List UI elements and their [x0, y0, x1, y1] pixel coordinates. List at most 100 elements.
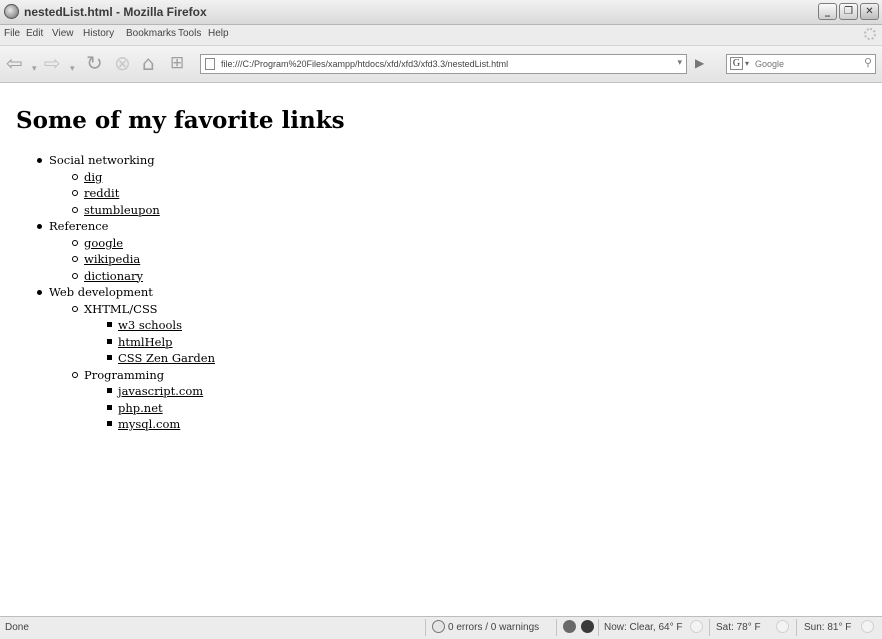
- link-javascript-com[interactable]: javascript.com: [118, 384, 203, 398]
- list-item: php.net: [0, 400, 600, 417]
- status-divider: [556, 619, 557, 636]
- bookmark-add-icon[interactable]: ⊞: [170, 53, 184, 73]
- link-mysql-com[interactable]: mysql.com: [118, 417, 180, 431]
- square-bullet-icon: [107, 421, 112, 426]
- weather-sunday: Sun: 81° F: [804, 622, 852, 633]
- status-divider: [425, 619, 426, 636]
- section-label: Web development: [49, 285, 153, 299]
- square-bullet-icon: [107, 404, 112, 410]
- list-item: dig: [0, 169, 600, 186]
- list-item: w3 schools: [0, 317, 600, 334]
- link-wikipedia[interactable]: wikipedia: [84, 252, 140, 266]
- reload-icon[interactable]: ↻: [86, 53, 103, 73]
- circle-bullet-icon: [72, 239, 78, 246]
- link-php-net[interactable]: php.net: [118, 401, 163, 415]
- menu-tools[interactable]: Tools: [178, 28, 201, 39]
- menu-edit[interactable]: Edit: [26, 28, 43, 39]
- search-bar[interactable]: G ▾ ⚲: [726, 54, 876, 74]
- disc-bullet-icon: [37, 158, 42, 163]
- menu-help[interactable]: Help: [208, 28, 229, 39]
- menu-history[interactable]: History: [83, 28, 114, 39]
- search-engine-dropdown-icon[interactable]: ▾: [745, 59, 749, 68]
- list-item-reference: Reference: [0, 218, 600, 235]
- back-arrow-icon[interactable]: ⇦: [6, 53, 23, 73]
- circle-bullet-icon: [72, 173, 78, 180]
- status-divider: [709, 619, 710, 636]
- group-label: Programming: [84, 367, 165, 382]
- menu-bookmarks[interactable]: Bookmarks: [126, 28, 176, 39]
- link-stumbleupon[interactable]: stumbleupon: [84, 203, 160, 217]
- weather-saturday: Sat: 78° F: [716, 622, 761, 633]
- list-item: reddit: [0, 185, 600, 202]
- validator-status[interactable]: 0 errors / 0 warnings: [448, 622, 539, 633]
- menu-bar: File Edit View History Bookmarks Tools H…: [0, 25, 882, 46]
- url-text[interactable]: file:///C:/Program%20Files/xampp/htdocs/…: [221, 59, 508, 69]
- menu-view[interactable]: View: [52, 28, 74, 39]
- go-arrow-icon[interactable]: ▶: [695, 56, 704, 70]
- square-bullet-icon: [107, 338, 112, 344]
- maximize-button[interactable]: ❐: [839, 3, 858, 20]
- list-item: htmlHelp: [0, 334, 600, 351]
- forward-dropdown-icon[interactable]: ▾: [70, 59, 75, 79]
- link-htmlhelp[interactable]: htmlHelp: [118, 335, 173, 349]
- circle-bullet-icon: [72, 272, 78, 279]
- html-validator-icon[interactable]: [432, 620, 445, 633]
- list-item: CSS Zen Garden: [0, 350, 600, 367]
- disc-bullet-icon: [37, 224, 42, 229]
- url-bar[interactable]: file:///C:/Program%20Files/xampp/htdocs/…: [200, 54, 687, 74]
- link-css-zen-garden[interactable]: CSS Zen Garden: [118, 351, 215, 365]
- square-bullet-icon: [107, 388, 112, 393]
- browser-window: nestedList.html - Mozilla Firefox _ ❐ ✕ …: [0, 0, 882, 639]
- group-label: XHTML/CSS: [84, 301, 158, 316]
- search-magnifier-icon[interactable]: ⚲: [864, 56, 872, 69]
- square-bullet-icon: [107, 322, 112, 327]
- activity-throbber-icon: [864, 28, 876, 40]
- link-google[interactable]: google: [84, 236, 123, 250]
- section-label: Reference: [49, 219, 109, 233]
- square-bullet-icon: [107, 355, 112, 360]
- status-bar: Done 0 errors / 0 warnings Now: Clear, 6…: [0, 616, 882, 639]
- list-item: stumbleupon: [0, 202, 600, 219]
- search-engine-icon[interactable]: G: [730, 57, 743, 70]
- link-dictionary[interactable]: dictionary: [84, 269, 143, 283]
- page-icon: [205, 58, 215, 70]
- page-content: Some of my favorite links Social network…: [0, 83, 882, 616]
- status-text: Done: [5, 622, 29, 633]
- list-item-social-networking: Social networking: [0, 152, 600, 169]
- home-icon[interactable]: ⌂: [142, 53, 155, 73]
- close-button[interactable]: ✕: [860, 3, 879, 20]
- minimize-button[interactable]: _: [818, 3, 837, 20]
- circle-bullet-icon: [72, 256, 78, 262]
- firefox-logo-icon: [4, 4, 19, 19]
- weather-globe-icon[interactable]: [581, 620, 594, 633]
- section-label: Social networking: [49, 153, 155, 167]
- link-w3-schools[interactable]: w3 schools: [118, 318, 182, 332]
- settings-gear-icon[interactable]: [563, 620, 576, 633]
- url-history-dropdown-icon[interactable]: ▾: [677, 58, 682, 68]
- favorite-links-list: Social networking dig reddit stumbleupon…: [0, 152, 600, 433]
- window-controls: _ ❐ ✕: [818, 3, 879, 20]
- navigation-toolbar: ⇦ ▾ ⇨ ▾ ↻ ⊗ ⌂ ⊞ file:///C:/Program%20Fil…: [0, 46, 882, 83]
- sun-icon: [776, 620, 789, 633]
- list-item: dictionary: [0, 268, 600, 285]
- list-item-xhtml-css: XHTML/CSS: [0, 301, 600, 318]
- disc-bullet-icon: [37, 290, 42, 295]
- list-item: javascript.com: [0, 383, 600, 400]
- link-dig[interactable]: dig: [84, 170, 102, 184]
- list-item: wikipedia: [0, 251, 600, 268]
- back-dropdown-icon[interactable]: ▾: [32, 59, 37, 79]
- link-reddit[interactable]: reddit: [84, 186, 119, 200]
- circle-bullet-icon: [72, 371, 78, 378]
- forward-arrow-icon[interactable]: ⇨: [44, 53, 61, 73]
- weather-now: Now: Clear, 64° F: [604, 622, 683, 633]
- menu-file[interactable]: File: [4, 28, 20, 39]
- window-title: nestedList.html - Mozilla Firefox: [24, 5, 207, 19]
- status-divider: [796, 619, 797, 636]
- stop-icon[interactable]: ⊗: [114, 53, 131, 73]
- list-item-web-development: Web development: [0, 284, 600, 301]
- clear-sky-icon: [690, 620, 703, 633]
- list-item: google: [0, 235, 600, 252]
- partly-cloudy-icon: [861, 620, 874, 633]
- status-divider: [598, 619, 599, 636]
- search-input[interactable]: [755, 57, 851, 71]
